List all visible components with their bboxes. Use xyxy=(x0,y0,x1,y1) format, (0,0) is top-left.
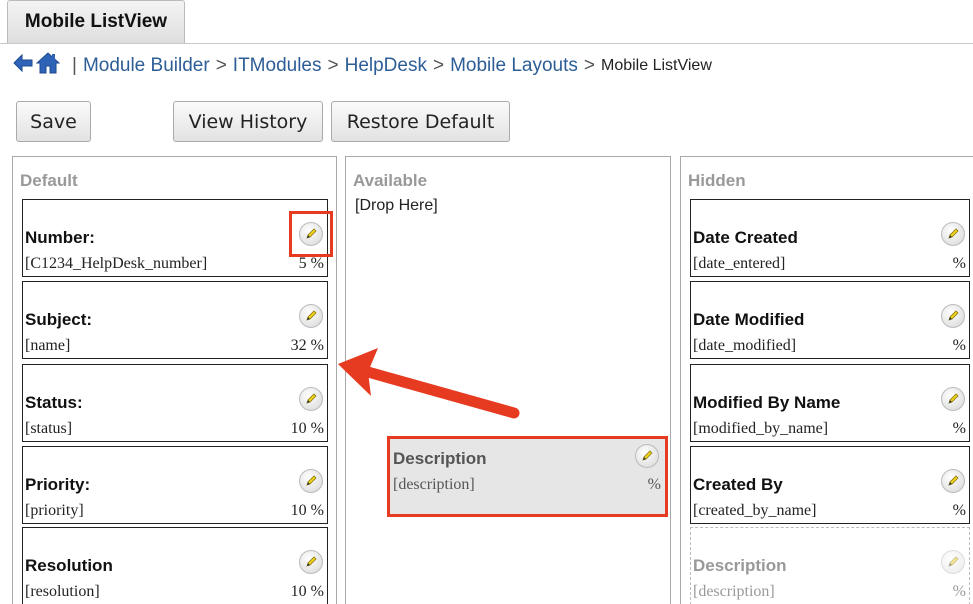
drag-direction-arrow-icon xyxy=(338,348,520,419)
